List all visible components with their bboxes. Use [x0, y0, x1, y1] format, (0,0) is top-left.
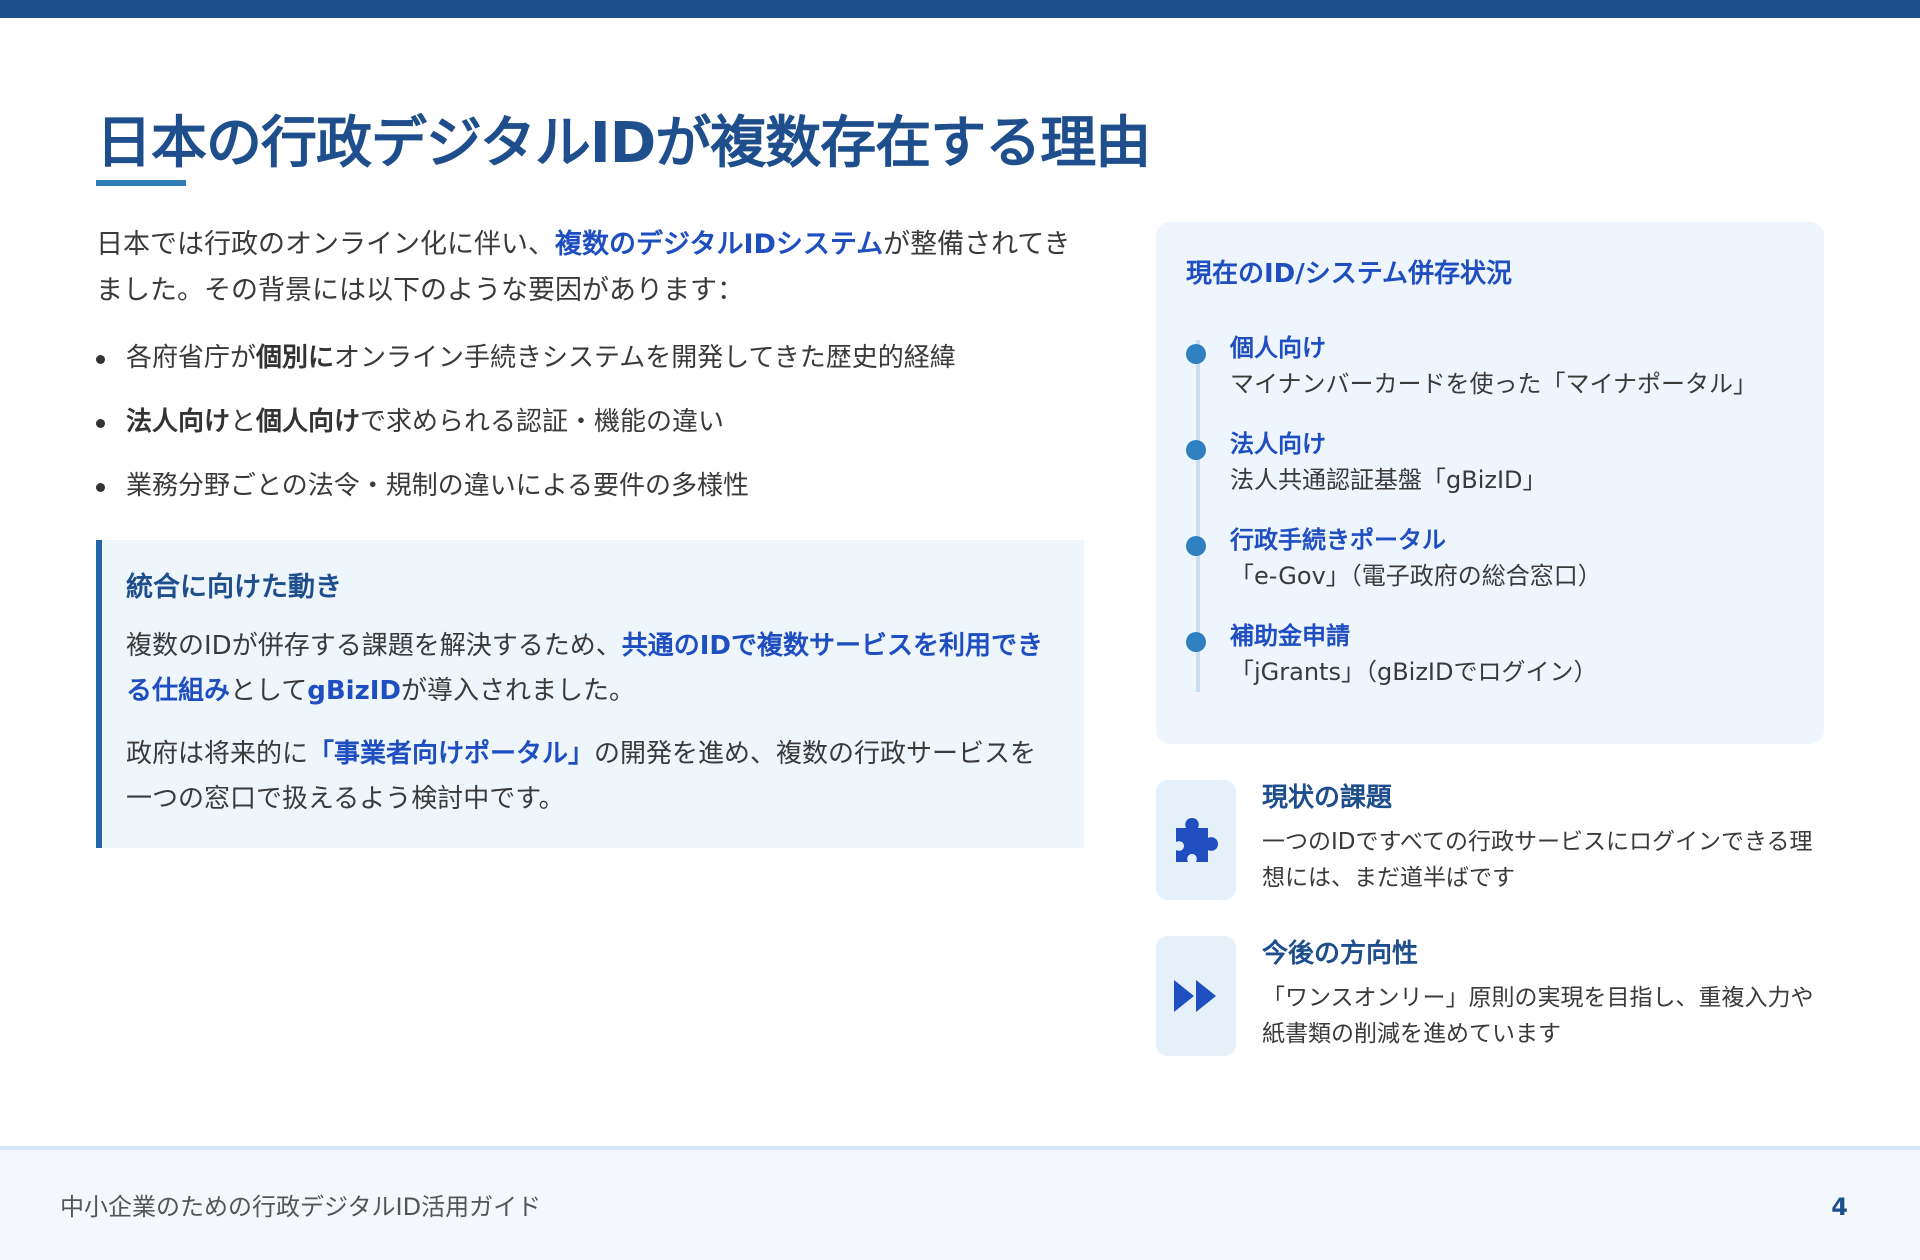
feature-icon-box: [1156, 780, 1236, 900]
feature-desc: 一つのIDですべての行政サービスにログインできる理想には、まだ道半ばです: [1262, 829, 1813, 891]
feature-current-issue: 現状の課題 一つのIDですべての行政サービスにログインできる理想には、まだ道半ば…: [1156, 780, 1824, 900]
puzzle-piece-icon: [1176, 818, 1218, 862]
footer: 中小企業のための行政デジタルID活用ガイド 4: [0, 1146, 1920, 1260]
callout-paragraph-2: 政府は将来的に「事業者向けポータル」の開発を進め、複数の行政サービスを一つの窓口…: [126, 739, 1037, 814]
timeline-desc: 「jGrants」（gBizIDでログイン）: [1230, 658, 1598, 686]
integration-callout: 統合に向けた動き 複数のIDが併存する課題を解決するため、共通のIDで複数サービ…: [96, 540, 1084, 848]
feature-title: 今後の方向性: [1262, 939, 1419, 969]
intro-paragraph: 日本では行政のオンライン化に伴い、複数のデジタルIDシステムが整備されてきました…: [96, 229, 1071, 306]
timeline-desc: 法人共通認証基盤「gBizID」: [1230, 466, 1547, 494]
id-status-card: 現在のID/システム併存状況 個人向け マイナンバーカードを使った「マイナポータ…: [1156, 222, 1824, 744]
timeline-dot: [1186, 536, 1206, 556]
timeline-label: 補助金申請: [1230, 622, 1350, 650]
list-item: 法人向けと個人向けで求められる認証・機能の違い: [96, 404, 1086, 440]
feature-icon-box: [1156, 936, 1236, 1056]
timeline-dot: [1186, 344, 1206, 364]
timeline-desc: 「e-Gov」（電子政府の総合窓口）: [1230, 562, 1602, 590]
page-title: 日本の行政デジタルIDが複数存在する理由: [96, 111, 1151, 176]
timeline-desc: マイナンバーカードを使った「マイナポータル」: [1230, 370, 1758, 398]
top-accent-bar: [0, 0, 1920, 18]
bullet-dot: [96, 355, 105, 364]
list-item: 業務分野ごとの法令・規制の違いによる要件の多様性: [96, 468, 1086, 504]
feature-title: 現状の課題: [1262, 783, 1393, 813]
intro-highlight: 複数のデジタルIDシステム: [555, 229, 884, 260]
timeline-label: 個人向け: [1230, 334, 1326, 362]
reason-list: 各府省庁が個別にオンライン手続きシステムを開発してきた歴史的経緯 法人向けと個人…: [96, 340, 1086, 532]
fast-forward-icon: [1174, 980, 1216, 1012]
timeline-label: 法人向け: [1230, 430, 1326, 458]
bullet-dot: [96, 483, 105, 492]
timeline-label: 行政手続きポータル: [1230, 526, 1446, 554]
status-card-title: 現在のID/システム併存状況: [1186, 259, 1512, 289]
feature-desc: 「ワンスオンリー」原則の実現を目指し、重複入力や紙書類の削減を進めています: [1262, 985, 1814, 1047]
callout-paragraph-1: 複数のIDが併存する課題を解決するため、共通のIDで複数サービスを利用できる仕組…: [126, 631, 1043, 706]
timeline-dot: [1186, 632, 1206, 652]
title-underline: [96, 180, 186, 186]
callout-title: 統合に向けた動き: [126, 572, 342, 603]
bullet-dot: [96, 419, 105, 428]
feature-future-direction: 今後の方向性 「ワンスオンリー」原則の実現を目指し、重複入力や紙書類の削減を進め…: [1156, 936, 1824, 1056]
timeline-dot: [1186, 440, 1206, 460]
page-number: 4: [1831, 1193, 1848, 1221]
footer-title: 中小企業のための行政デジタルID活用ガイド: [60, 1193, 542, 1221]
list-item: 各府省庁が個別にオンライン手続きシステムを開発してきた歴史的経緯: [96, 340, 1086, 376]
